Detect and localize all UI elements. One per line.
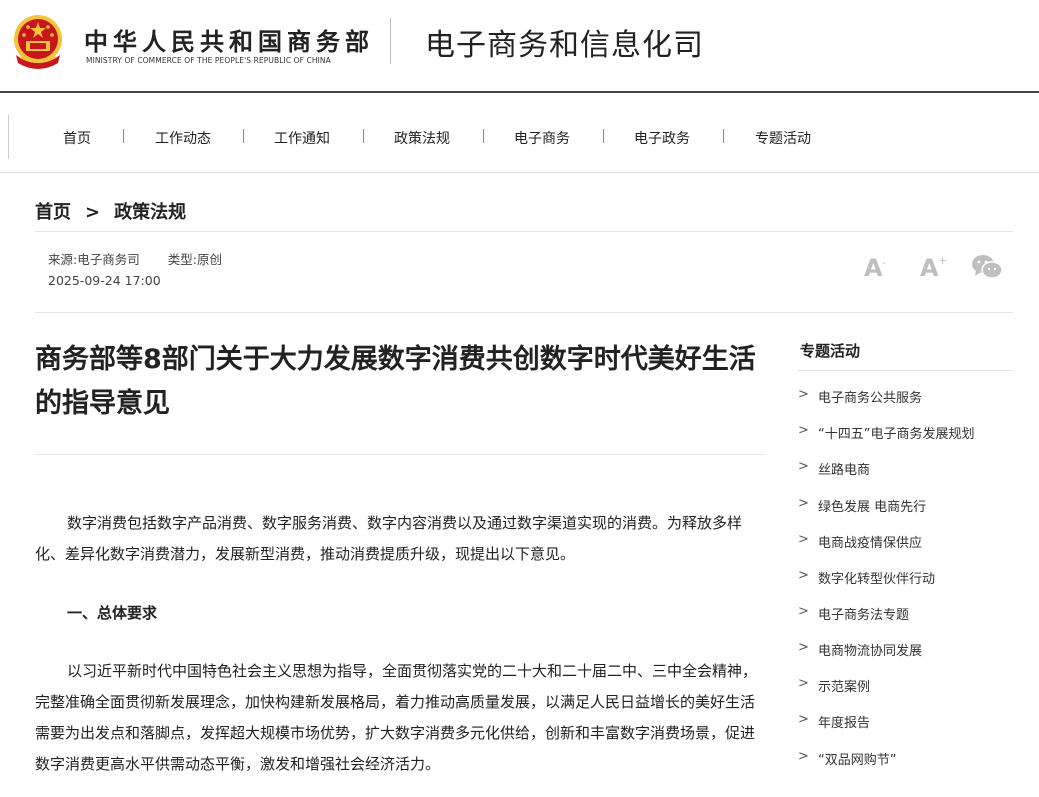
chevron-right-icon: > xyxy=(798,459,809,474)
source-value: 电子商务司 xyxy=(77,252,140,267)
font-decrease-icon: A xyxy=(864,254,883,282)
nav-separator xyxy=(363,129,364,143)
sidebar-item[interactable]: > 数字化转型伙伴行动 xyxy=(798,568,1013,588)
article-title: 商务部等8部门关于大力发展数字消费共创数字时代美好生活的指导意见 xyxy=(35,344,756,419)
article-source-row: 来源:电子商务司 类型:原创 xyxy=(48,249,222,268)
wechat-icon xyxy=(972,255,1003,279)
sidebar-item-label: 示范案例 xyxy=(818,680,871,695)
sidebar-item-label: 年度报告 xyxy=(818,716,871,731)
wechat-share-button[interactable] xyxy=(970,252,1004,286)
type-label: 类型: xyxy=(167,252,197,267)
chevron-right-icon: > xyxy=(798,423,809,438)
breadcrumb-current[interactable]: 政策法规 xyxy=(114,198,186,224)
nav-separator xyxy=(123,129,124,143)
nav-item-work-notices[interactable]: 工作通知 xyxy=(274,128,330,148)
sidebar-item-label: 电子商务法专题 xyxy=(818,608,910,623)
nav-item-home[interactable]: 首页 xyxy=(63,128,91,148)
chevron-right-icon: > xyxy=(798,496,809,511)
title-rule xyxy=(35,454,765,455)
sidebar-item[interactable]: > “双品网购节” xyxy=(798,749,1013,769)
nav-item-work-news[interactable]: 工作动态 xyxy=(155,128,211,148)
nav-item-special-events[interactable]: 专题活动 xyxy=(755,128,811,148)
chevron-right-icon: > xyxy=(798,387,809,402)
chevron-right-icon: > xyxy=(798,676,809,691)
breadcrumb-separator: > xyxy=(85,202,101,223)
sidebar-item[interactable]: > 丝路电商 xyxy=(798,459,1013,479)
font-increase-icon: A xyxy=(920,254,939,282)
sidebar-item[interactable]: > 电商物流协同发展 xyxy=(798,640,1013,660)
breadcrumb-home[interactable]: 首页 xyxy=(35,198,71,224)
sidebar-item[interactable]: > “十四五”电子商务发展规划 xyxy=(798,423,1013,443)
department-name: 电子商务和信息化司 xyxy=(425,28,704,63)
ministry-name-en: MINISTRY OF COMMERCE OF THE PEOPLE'S REP… xyxy=(86,56,331,65)
ministry-name-cn: 中华人民共和国商务部 xyxy=(84,28,374,56)
nav-separator xyxy=(243,129,244,143)
nav-separator xyxy=(723,129,724,143)
main-nav: 首页 工作动态 工作通知 政策法规 电子商务 电子政务 专题活动 xyxy=(0,93,1039,173)
chevron-right-icon: > xyxy=(798,712,809,727)
nav-item-ecommerce[interactable]: 电子商务 xyxy=(514,128,570,148)
chevron-right-icon: > xyxy=(798,568,809,583)
sidebar-item-label: 数字化转型伙伴行动 xyxy=(818,572,936,587)
chevron-right-icon: > xyxy=(798,604,809,619)
sidebar-item-label: 绿色发展 电商先行 xyxy=(818,500,927,515)
font-decrease-button[interactable]: A - xyxy=(858,252,892,286)
meta-rule xyxy=(35,312,1013,313)
nav-separator xyxy=(483,129,484,143)
chevron-right-icon: > xyxy=(798,749,809,764)
site-header: 中华人民共和国商务部 MINISTRY OF COMMERCE OF THE P… xyxy=(0,0,1039,92)
header-divider xyxy=(390,18,391,64)
source-label: 来源: xyxy=(48,252,78,267)
nav-item-egov[interactable]: 电子政务 xyxy=(634,128,690,148)
sidebar-title: 专题活动 xyxy=(800,342,861,360)
font-increase-button[interactable]: A + xyxy=(914,252,948,286)
sidebar-item-label: “双品网购节” xyxy=(818,753,897,768)
chevron-right-icon: > xyxy=(798,640,809,655)
sidebar-item[interactable]: > 电子商务法专题 xyxy=(798,604,1013,624)
sidebar-item-label: 电商物流协同发展 xyxy=(818,644,923,659)
article-paragraph: 数字消费包括数字产品消费、数字服务消费、数字内容消费以及通过数字渠道实现的消费。… xyxy=(35,514,743,563)
type-value: 原创 xyxy=(196,252,222,267)
breadcrumb: 首页 > 政策法规 xyxy=(35,198,186,224)
sidebar-item[interactable]: > 绿色发展 电商先行 xyxy=(798,496,1013,516)
article-datetime: 2025-09-24 17:00 xyxy=(48,273,161,288)
sidebar-item[interactable]: > 电商战疫情保供应 xyxy=(798,532,1013,552)
nav-item-policies[interactable]: 政策法规 xyxy=(394,128,450,148)
sidebar-item-label: 电商战疫情保供应 xyxy=(818,536,923,551)
sidebar-item-label: 电子商务公共服务 xyxy=(818,391,923,406)
sidebar-item[interactable]: > 电子商务公共服务 xyxy=(798,387,1013,407)
sidebar-rule xyxy=(797,370,1013,371)
nav-separator xyxy=(603,129,604,143)
breadcrumb-rule xyxy=(35,231,1013,232)
article-paragraph: 以习近平新时代中国特色社会主义思想为指导，全面贯彻落实党的二十大和二十届二中、三… xyxy=(35,662,758,773)
national-emblem-icon[interactable] xyxy=(12,13,64,71)
section-heading: 一、总体要求 xyxy=(67,604,158,622)
sidebar-item-label: “十四五”电子商务发展规划 xyxy=(818,427,975,442)
sidebar-item[interactable]: > 示范案例 xyxy=(798,676,1013,696)
chevron-right-icon: > xyxy=(798,532,809,547)
sidebar-item-label: 丝路电商 xyxy=(818,463,871,478)
sidebar-item[interactable]: > 年度报告 xyxy=(798,712,1013,732)
nav-left-bar xyxy=(8,115,9,159)
